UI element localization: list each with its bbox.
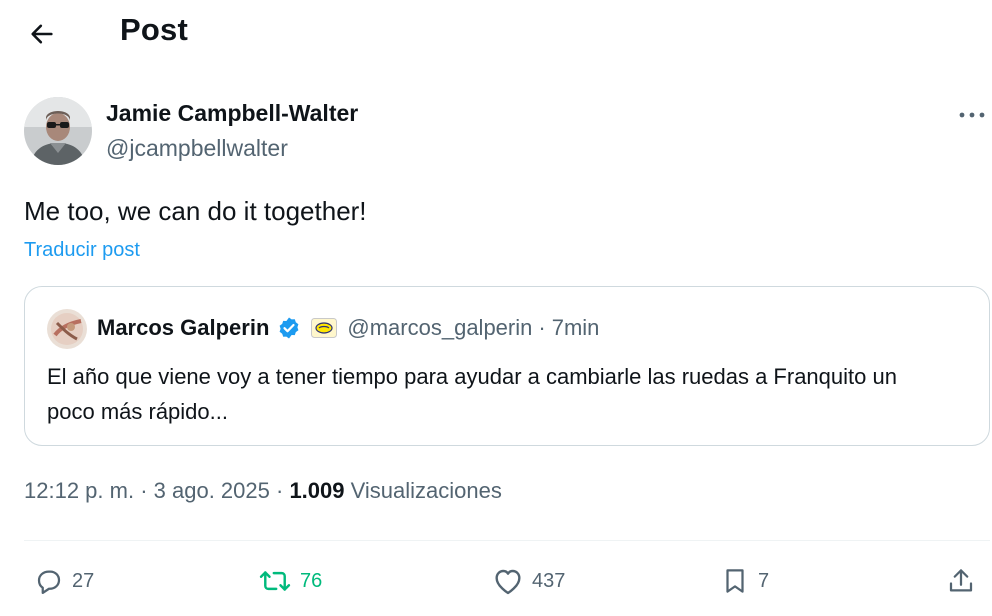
quoted-post-time: 7min — [551, 315, 600, 340]
speech-bubble-icon — [37, 570, 61, 594]
reply-count: 27 — [72, 569, 95, 592]
repost-count: 76 — [300, 569, 323, 592]
share-icon — [949, 569, 973, 592]
bookmark-count: 7 — [758, 569, 770, 592]
quoted-author-avatar — [47, 309, 87, 349]
affiliation-badge-icon — [311, 318, 338, 338]
like-count: 437 — [532, 569, 566, 592]
meta-separator: · — [269, 478, 290, 503]
views-count[interactable]: 1.009 — [289, 478, 344, 503]
meta-separator: · — [134, 478, 154, 503]
quoted-post-text: El año que viene voy a tener tiempo para… — [47, 364, 897, 424]
more-horizontal-icon — [959, 112, 985, 118]
verified-badge-icon — [277, 316, 301, 340]
quoted-post-header: Marcos Galperin @marcos_galperin · 7min — [97, 315, 599, 341]
back-button[interactable] — [22, 14, 62, 54]
author-handle[interactable]: @jcampbellwalter — [106, 135, 288, 162]
action-bar: 27 76 437 7 — [0, 556, 992, 606]
repost-icon — [259, 571, 291, 591]
author-name[interactable]: Jamie Campbell-Walter — [106, 100, 358, 127]
divider — [24, 540, 990, 541]
post-date: 3 ago. 2025 — [153, 478, 270, 503]
views-label: Visualizaciones — [344, 478, 502, 503]
more-options-button[interactable] — [952, 100, 992, 130]
top-bar: Post — [0, 0, 992, 64]
page-title: Post — [120, 12, 188, 47]
post-meta: 12:12 p. m. · 3 ago. 2025 · 1.009 Visual… — [24, 478, 502, 504]
quoted-author-handle: @marcos_galperin — [347, 315, 533, 340]
repost-button[interactable]: 76 — [258, 556, 322, 606]
like-button[interactable]: 437 — [492, 556, 565, 606]
quoted-author-name: Marcos Galperin — [97, 315, 270, 340]
separator-dot: · — [538, 315, 546, 340]
translate-post-link[interactable]: Traducir post — [24, 239, 140, 262]
bookmark-icon — [726, 569, 744, 593]
post-time: 12:12 p. m. — [24, 478, 135, 503]
reply-button[interactable]: 27 — [34, 556, 94, 606]
post-text: Me too, we can do it together! — [24, 196, 367, 226]
share-button[interactable] — [946, 556, 976, 606]
author-avatar[interactable] — [24, 97, 92, 165]
quoted-post-card[interactable]: Marcos Galperin @marcos_galperin · 7min … — [24, 286, 990, 446]
bookmark-button[interactable]: 7 — [720, 556, 769, 606]
heart-icon — [495, 569, 521, 595]
arrow-left-icon — [31, 24, 53, 44]
